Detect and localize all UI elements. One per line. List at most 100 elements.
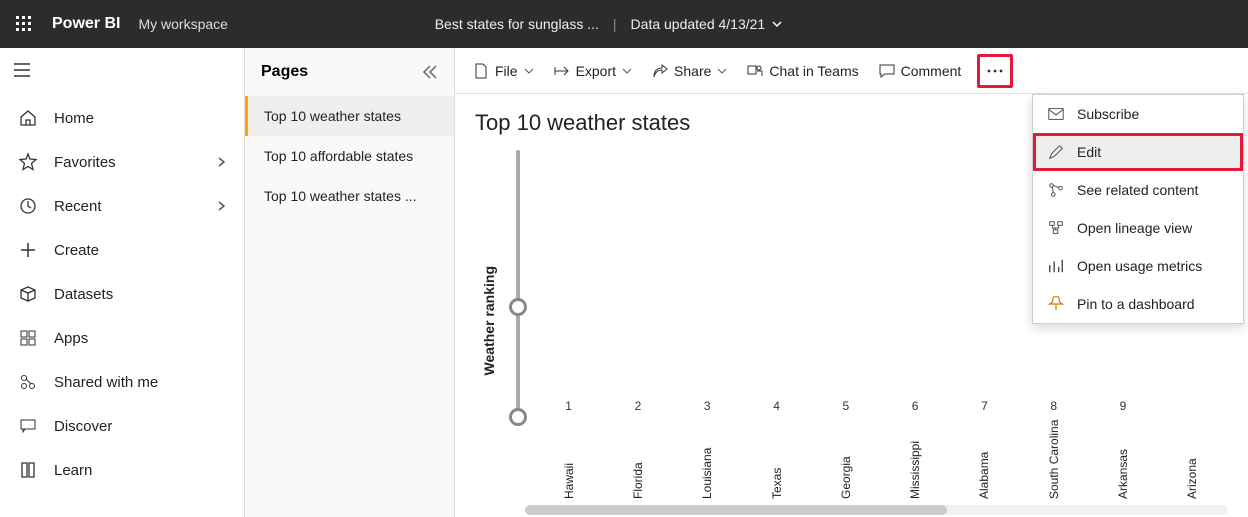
page-item[interactable]: Top 10 affordable states <box>245 136 454 176</box>
menu-item-label: See related content <box>1077 182 1198 198</box>
chat-teams-label: Chat in Teams <box>769 63 858 79</box>
bar-value: 5 <box>842 399 849 413</box>
mail-icon <box>1047 105 1065 123</box>
bar-value: 8 <box>1050 399 1057 413</box>
share-button[interactable]: Share <box>644 57 735 85</box>
nav-item-label: Favorites <box>54 154 116 171</box>
header-separator: | <box>613 16 617 32</box>
menu-item-pin[interactable]: Pin to a dashboard <box>1033 285 1243 323</box>
file-button[interactable]: File <box>465 57 542 85</box>
plus-icon <box>18 240 38 260</box>
related-icon <box>1047 181 1065 199</box>
bar[interactable]: 3 <box>676 399 739 415</box>
hamburger-icon[interactable] <box>12 60 36 84</box>
x-tick: Hawaii <box>537 419 600 499</box>
more-options-button[interactable] <box>977 54 1013 88</box>
bar[interactable]: 9 <box>1091 399 1154 415</box>
data-updated-dropdown[interactable]: Data updated 4/13/21 <box>631 16 784 32</box>
chevron-down-icon <box>622 66 632 76</box>
teams-icon <box>747 63 763 79</box>
bar[interactable]: 1 <box>537 399 600 415</box>
nav-item-learn[interactable]: Learn <box>0 448 244 492</box>
share-label: Share <box>674 63 711 79</box>
report-name[interactable]: Best states for sunglass ... <box>435 16 599 32</box>
pages-title: Pages <box>261 63 308 81</box>
app-header: Power BI My workspace Best states for su… <box>0 0 1248 48</box>
report-canvas: File Export Share Chat in Teams Comment <box>455 48 1248 517</box>
comment-icon <box>879 63 895 79</box>
x-tick: Texas <box>745 419 808 499</box>
x-tick: Louisiana <box>676 419 739 499</box>
bar-value: 2 <box>635 399 642 413</box>
page-item[interactable]: Top 10 weather states ... <box>245 176 454 216</box>
menu-item-label: Edit <box>1077 144 1101 160</box>
bar[interactable]: 4 <box>745 399 808 415</box>
menu-item-label: Subscribe <box>1077 106 1139 122</box>
book-icon <box>18 460 38 480</box>
home-icon <box>18 108 38 128</box>
report-toolbar: File Export Share Chat in Teams Comment <box>455 48 1248 94</box>
nav-item-label: Recent <box>54 198 102 215</box>
menu-item-edit[interactable]: Edit <box>1033 133 1243 171</box>
x-tick: Florida <box>606 419 669 499</box>
bar[interactable]: 7 <box>953 399 1016 415</box>
nav-item-shared[interactable]: Shared with me <box>0 360 244 404</box>
chevron-down-icon <box>524 66 534 76</box>
horizontal-scrollbar[interactable] <box>525 505 1228 515</box>
app-launcher-icon[interactable] <box>8 8 40 40</box>
nav-item-favorites[interactable]: Favorites <box>0 140 244 184</box>
brand-label: Power BI <box>52 15 120 33</box>
clock-icon <box>18 196 38 216</box>
pin-icon <box>1047 295 1065 313</box>
export-label: Export <box>576 63 616 79</box>
y-axis-slider[interactable] <box>503 142 533 499</box>
menu-item-label: Open lineage view <box>1077 220 1192 236</box>
bar[interactable]: 6 <box>883 399 946 415</box>
nav-item-datasets[interactable]: Datasets <box>0 272 244 316</box>
pages-pane: Pages Top 10 weather statesTop 10 afford… <box>245 48 455 517</box>
chevron-right-icon <box>216 200 226 212</box>
bar-value: 7 <box>981 399 988 413</box>
nav-item-label: Discover <box>54 418 112 435</box>
file-icon <box>473 63 489 79</box>
y-axis-label: Weather ranking <box>475 266 503 375</box>
x-tick: Arkansas <box>1091 419 1154 499</box>
page-item[interactable]: Top 10 weather states <box>245 96 454 136</box>
pencil-icon <box>1047 143 1065 161</box>
nav-item-discover[interactable]: Discover <box>0 404 244 448</box>
x-tick: Arizona <box>1161 419 1224 499</box>
chat-teams-button[interactable]: Chat in Teams <box>739 57 866 85</box>
x-tick: Georgia <box>814 419 877 499</box>
menu-item-subscribe[interactable]: Subscribe <box>1033 95 1243 133</box>
file-label: File <box>495 63 518 79</box>
nav-item-create[interactable]: Create <box>0 228 244 272</box>
x-tick: South Carolina <box>1022 419 1085 499</box>
nav-item-label: Create <box>54 242 99 259</box>
bar-value: 3 <box>704 399 711 413</box>
menu-item-related[interactable]: See related content <box>1033 171 1243 209</box>
data-updated-label: Data updated 4/13/21 <box>631 16 766 32</box>
workspace-label[interactable]: My workspace <box>138 16 227 32</box>
share-icon <box>652 63 668 79</box>
chevron-down-icon <box>717 66 727 76</box>
grid-icon <box>18 328 38 348</box>
menu-item-label: Open usage metrics <box>1077 258 1202 274</box>
collapse-pages-icon[interactable] <box>420 63 438 81</box>
nav-item-apps[interactable]: Apps <box>0 316 244 360</box>
menu-item-lineage[interactable]: Open lineage view <box>1033 209 1243 247</box>
star-icon <box>18 152 38 172</box>
bar[interactable]: 5 <box>814 399 877 415</box>
nav-item-label: Home <box>54 110 94 127</box>
bar-value: 1 <box>565 399 572 413</box>
menu-item-usage[interactable]: Open usage metrics <box>1033 247 1243 285</box>
bar[interactable]: 8 <box>1022 399 1085 415</box>
x-tick: Mississippi <box>883 419 946 499</box>
share-icon <box>18 372 38 392</box>
nav-item-home[interactable]: Home <box>0 96 244 140</box>
comment-button[interactable]: Comment <box>871 57 970 85</box>
nav-item-recent[interactable]: Recent <box>0 184 244 228</box>
metrics-icon <box>1047 257 1065 275</box>
export-button[interactable]: Export <box>546 57 640 85</box>
bar[interactable]: 2 <box>606 399 669 415</box>
more-options-menu: Subscribe Edit See related content Open lin… <box>1032 94 1244 324</box>
